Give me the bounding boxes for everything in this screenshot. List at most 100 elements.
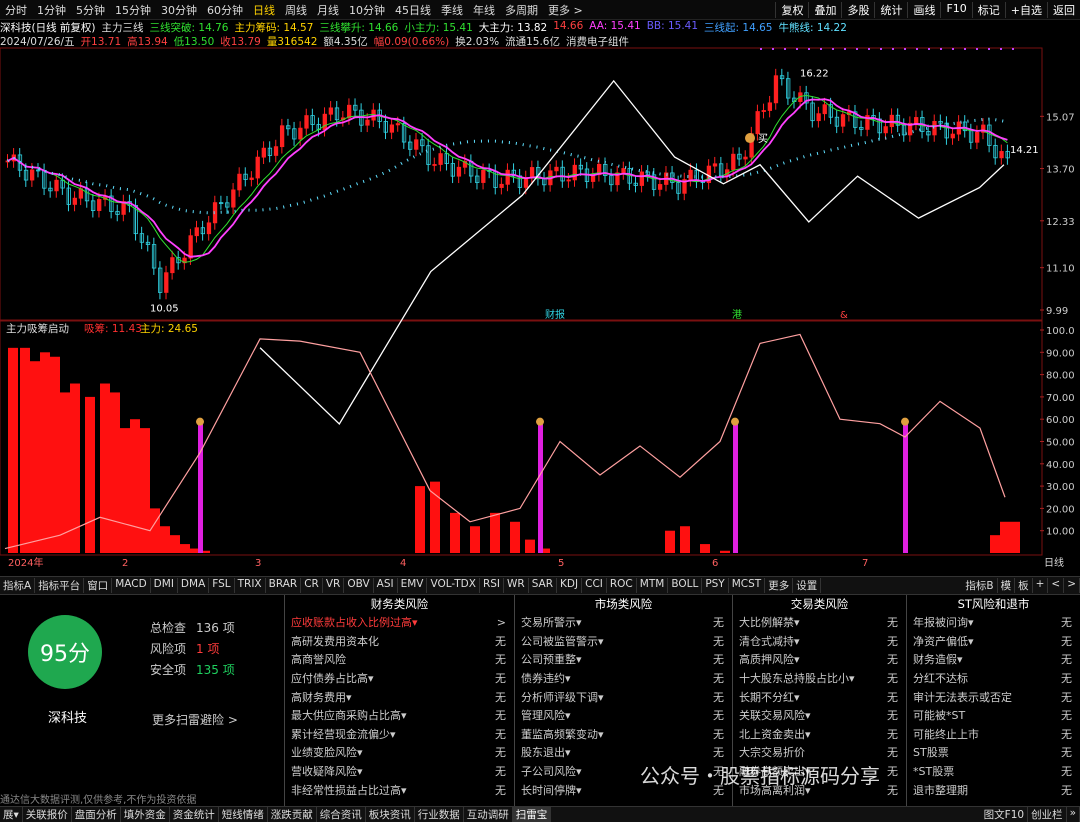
indicator-right-2[interactable]: 板 xyxy=(1015,578,1033,593)
indicator-right-1[interactable]: 模 xyxy=(998,578,1016,593)
bottom-tab-9[interactable]: 行业数据 xyxy=(415,807,464,822)
risk-item[interactable]: 营收疑降风险▾ 无 xyxy=(285,762,514,781)
indicator-tab-24[interactable]: MCST xyxy=(729,578,766,593)
risk-item[interactable]: *ST股票 无 xyxy=(907,762,1080,781)
risk-item[interactable]: 债券违约▾ 无 xyxy=(515,669,732,688)
risk-item[interactable]: 应付债券占比高▾ 无 xyxy=(285,669,514,688)
indicator-tab-11[interactable]: OBV xyxy=(344,578,374,593)
indicator-tab-4[interactable]: DMI xyxy=(151,578,178,593)
period-tab-14[interactable]: 更多 > xyxy=(543,2,588,18)
bottom-tab-2[interactable]: 盘面分析 xyxy=(72,807,121,822)
bottom-tab-0[interactable]: 展▾ xyxy=(0,807,23,822)
indicator-tab-14[interactable]: VOL-TDX xyxy=(427,578,480,593)
risk-item[interactable]: 非经常性损益占比过高▾ 无 xyxy=(285,780,514,799)
risk-item[interactable]: 应收账款占收入比例过高▾ > xyxy=(285,613,514,632)
risk-item[interactable]: 清仓式减持▾ 无 xyxy=(733,632,906,651)
bottom-tab-10[interactable]: 互动调研 xyxy=(464,807,513,822)
indicator-tab-18[interactable]: KDJ xyxy=(557,578,583,593)
period-tab-11[interactable]: 季线 xyxy=(436,2,468,18)
indicator-tab-1[interactable]: 指标平台 xyxy=(35,578,85,593)
bottom-right-0[interactable]: 图文F10 xyxy=(981,807,1029,822)
period-tab-8[interactable]: 月线 xyxy=(312,2,344,18)
indicator-tab-21[interactable]: MTM xyxy=(637,578,669,593)
period-tab-7[interactable]: 周线 xyxy=(280,2,312,18)
period-tab-13[interactable]: 多周期 xyxy=(500,2,543,18)
risk-item[interactable]: 大宗交易折价 无 xyxy=(733,743,906,762)
indicator-tab-2[interactable]: 窗口 xyxy=(84,578,113,593)
period-tab-4[interactable]: 30分钟 xyxy=(156,2,202,18)
period-tab-10[interactable]: 45日线 xyxy=(390,2,436,18)
toolbar-button-4[interactable]: 画线 xyxy=(907,1,940,18)
risk-item[interactable]: 股东退出▾ 无 xyxy=(515,743,732,762)
risk-item[interactable]: 交易所警示▾ 无 xyxy=(515,613,732,632)
indicator-tab-9[interactable]: CR xyxy=(301,578,323,593)
indicator-tab-15[interactable]: RSI xyxy=(480,578,504,593)
indicator-tab-0[interactable]: 指标A xyxy=(0,578,36,593)
indicator-tab-16[interactable]: WR xyxy=(504,578,529,593)
indicator-tab-10[interactable]: VR xyxy=(323,578,345,593)
risk-item[interactable]: 高财务费用▾ 无 xyxy=(285,687,514,706)
toolbar-button-7[interactable]: +自选 xyxy=(1004,1,1047,18)
risk-item[interactable]: 管理风险▾ 无 xyxy=(515,706,732,725)
period-tab-1[interactable]: 1分钟 xyxy=(32,2,71,18)
toolbar-button-3[interactable]: 统计 xyxy=(874,1,907,18)
risk-item[interactable]: 长期不分红▾ 无 xyxy=(733,687,906,706)
risk-item[interactable]: 董监高频繁变动▾ 无 xyxy=(515,725,732,744)
indicator-tab-5[interactable]: DMA xyxy=(178,578,210,593)
bottom-tab-6[interactable]: 涨跌贡献 xyxy=(268,807,317,822)
indicator-tab-8[interactable]: BRAR xyxy=(266,578,302,593)
indicator-tab-22[interactable]: BOLL xyxy=(668,578,703,593)
bottom-tab-5[interactable]: 短线情绪 xyxy=(219,807,268,822)
more-scan-link[interactable]: 更多扫雷避险 > xyxy=(152,711,238,728)
indicator-tab-12[interactable]: ASI xyxy=(374,578,398,593)
risk-item[interactable]: 净资产偏低▾ 无 xyxy=(907,632,1080,651)
risk-item[interactable]: 分析师评级下调▾ 无 xyxy=(515,687,732,706)
indicator-tab-13[interactable]: EMV xyxy=(398,578,428,593)
indicator-right-4[interactable]: < xyxy=(1048,578,1065,593)
period-tab-12[interactable]: 年线 xyxy=(468,2,500,18)
indicator-tab-20[interactable]: ROC xyxy=(607,578,637,593)
toolbar-button-0[interactable]: 复权 xyxy=(775,1,808,18)
bottom-tab-1[interactable]: 关联报价 xyxy=(23,807,72,822)
risk-item[interactable]: 分红不达标 无 xyxy=(907,669,1080,688)
risk-item[interactable]: 高研发费用资本化 无 xyxy=(285,632,514,651)
bottom-right-1[interactable]: 创业栏 xyxy=(1028,807,1067,822)
risk-item[interactable]: 可能终止上市 无 xyxy=(907,725,1080,744)
toolbar-button-2[interactable]: 多股 xyxy=(841,1,874,18)
bottom-tab-11[interactable]: 扫雷宝 xyxy=(512,807,552,822)
risk-item[interactable]: 年报被问询▾ 无 xyxy=(907,613,1080,632)
period-tab-6[interactable]: 日线 xyxy=(248,2,280,18)
toolbar-button-6[interactable]: 标记 xyxy=(971,1,1005,18)
risk-item[interactable]: 公司被监管警示▾ 无 xyxy=(515,632,732,651)
risk-item[interactable]: 最大供应商采购占比高▾ 无 xyxy=(285,706,514,725)
indicator-tab-7[interactable]: TRIX xyxy=(235,578,266,593)
risk-item[interactable]: 高质押风险▾ 无 xyxy=(733,650,906,669)
risk-item[interactable]: 业绩变脸风险▾ 无 xyxy=(285,743,514,762)
risk-item[interactable]: 退市整理期 无 xyxy=(907,780,1080,799)
period-tab-9[interactable]: 10分钟 xyxy=(344,2,390,18)
risk-item[interactable]: 关联交易风险▾ 无 xyxy=(733,706,906,725)
risk-item[interactable]: 累计经营现金流偏少▾ 无 xyxy=(285,725,514,744)
risk-item[interactable]: 大比例解禁▾ 无 xyxy=(733,613,906,632)
indicator-right-0[interactable]: 指标B xyxy=(962,578,998,593)
indicator-right-5[interactable]: > xyxy=(1064,578,1080,593)
risk-item[interactable]: 可能被*ST 无 xyxy=(907,706,1080,725)
kline-chart[interactable]: 15.07 13.70 12.33 11.10 9.99 100.0 90.00 80.00 7… xyxy=(0,19,1080,574)
risk-item[interactable]: 公司预重整▾ 无 xyxy=(515,650,732,669)
period-tab-5[interactable]: 60分钟 xyxy=(202,2,248,18)
risk-item[interactable]: 十大股东总持股占比小▾ 无 xyxy=(733,669,906,688)
risk-item[interactable]: 财务造假▾ 无 xyxy=(907,650,1080,669)
period-tab-2[interactable]: 5分钟 xyxy=(71,2,110,18)
indicator-tab-25[interactable]: 更多 xyxy=(765,578,794,593)
risk-item[interactable]: 高商誉风险 无 xyxy=(285,650,514,669)
indicator-tab-23[interactable]: PSY xyxy=(702,578,729,593)
indicator-tab-17[interactable]: SAR xyxy=(529,578,558,593)
period-tab-3[interactable]: 15分钟 xyxy=(110,2,156,18)
bottom-tab-8[interactable]: 板块资讯 xyxy=(366,807,415,822)
risk-item[interactable]: 北上资金卖出▾ 无 xyxy=(733,725,906,744)
period-tab-0[interactable]: 分时 xyxy=(0,2,32,18)
bottom-right-2[interactable]: » xyxy=(1067,807,1080,822)
bottom-tab-7[interactable]: 综合资讯 xyxy=(317,807,366,822)
toolbar-button-5[interactable]: F10 xyxy=(940,1,971,18)
toolbar-button-8[interactable]: 返回 xyxy=(1047,1,1080,18)
